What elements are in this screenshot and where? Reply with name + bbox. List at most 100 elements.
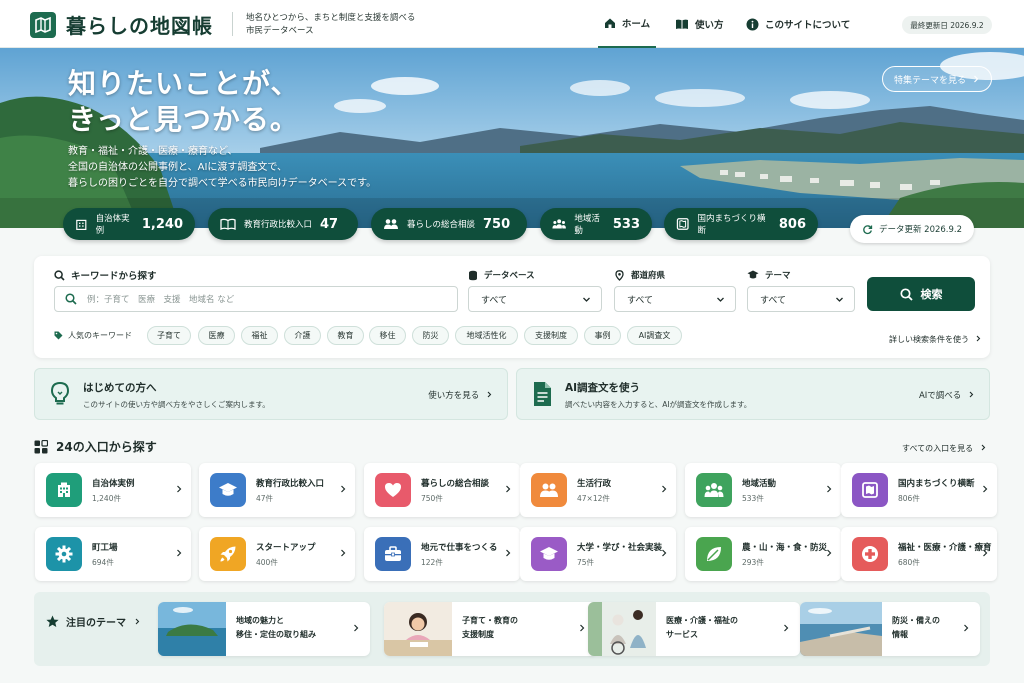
book-icon (676, 19, 688, 29)
entry-card[interactable]: 教育行政比較入口 47件 (199, 463, 355, 517)
entry-card[interactable]: 国内まちづくり横断 806件 (841, 463, 997, 517)
star-icon (46, 615, 59, 627)
nav-how-to-use[interactable]: 使い方 (675, 0, 724, 48)
chevron-down-icon (836, 297, 843, 302)
chevron-right-icon (784, 624, 789, 632)
briefcase-icon (375, 537, 411, 571)
banner-link[interactable]: AIで調べる (919, 389, 975, 401)
special-theme-button[interactable]: 特集テーマを見る (882, 66, 992, 92)
people-icon (384, 219, 398, 229)
data-update-label: データ更新 2026.9.2 (878, 225, 963, 235)
entries-section-title: 24の入口から探す (34, 438, 157, 455)
hero-sub-line1: 教育・福祉・介護・医療・療育など、 (68, 146, 238, 157)
featured-card-childcare[interactable]: 子育て・教育の 支援制度 (384, 602, 596, 656)
entry-card-title: 農・山・海・食・防災 (742, 543, 828, 553)
featured-line1: 地域の魅力と (236, 616, 284, 625)
chevron-right-icon (660, 485, 668, 496)
hero-banner: 知りたいことが、 きっと見つかる。 教育・福祉・介護・医療・療育など、 全国の自… (0, 48, 1024, 228)
keyword-chip[interactable]: 福祉 (241, 326, 278, 345)
nav-how-to-use-label: 使い方 (695, 20, 724, 31)
keyword-chip[interactable]: 介護 (284, 326, 321, 345)
keyword-chip[interactable]: 移住 (369, 326, 406, 345)
entry-card[interactable]: 大学・学び・社会実装 75件 (520, 527, 676, 581)
keyword-chip[interactable]: 事例 (584, 326, 621, 345)
stat-pill-municipal-cases[interactable]: 自治体実例 1,240 (63, 208, 195, 240)
all-entries-link[interactable]: すべての入口を見る (902, 443, 987, 454)
stat-pill-consultation[interactable]: 暮らしの総合相談 750 (371, 208, 527, 240)
database-label-text: データベース (484, 271, 535, 281)
home-icon (604, 18, 615, 28)
prefecture-label-text: 都道府県 (631, 271, 666, 281)
chevron-down-icon (583, 297, 590, 302)
lightbulb-icon (50, 381, 70, 405)
prefecture-select[interactable]: すべて (614, 286, 736, 312)
medical-cross-icon (852, 537, 888, 571)
entry-card-title: 教育行政比較入口 (256, 479, 325, 489)
site-logo[interactable]: 暮らしの地図帳 (30, 10, 213, 39)
hero-headline-line2: きっと見つかる。 (68, 103, 299, 136)
entry-card-count: 122件 (421, 558, 443, 567)
nav-home[interactable]: ホーム (598, 0, 656, 48)
banner-link[interactable]: 使い方を見る (428, 389, 493, 401)
entry-card[interactable]: 福祉・医療・介護・療育 680件 (841, 527, 997, 581)
graduation-cap-icon (531, 537, 567, 571)
entry-card[interactable]: 町工場 694件 (35, 527, 191, 581)
keyword-chip[interactable]: AI調査文 (627, 326, 682, 345)
keyword-chip[interactable]: 子育て (147, 326, 191, 345)
entry-card[interactable]: 地域活動 533件 (685, 463, 841, 517)
entry-card-title: 地域活動 (742, 479, 777, 489)
data-update-badge[interactable]: データ更新 2026.9.2 (850, 215, 974, 243)
stat-label: 地域活動 (574, 214, 600, 236)
advanced-search-link[interactable]: 詳しい検索条件を使う (889, 334, 982, 345)
featured-card-migration[interactable]: 地域の魅力と 移住・定住の取り組み (158, 602, 370, 656)
chevron-right-icon (969, 391, 974, 398)
featured-line2: サービス (666, 630, 698, 639)
hero-headline-line1: 知りたいことが、 (68, 67, 300, 100)
document-icon (534, 382, 551, 406)
entry-card[interactable]: 自治体実例 1,240件 (35, 463, 191, 517)
stat-pill-town-development[interactable]: 国内まちづくり横断 806 (664, 208, 818, 240)
keyword-chip[interactable]: 地域活性化 (455, 326, 518, 345)
keyword-chip[interactable]: 医療 (198, 326, 235, 345)
keyword-chip[interactable]: 支援制度 (524, 326, 578, 345)
featured-card-welfare[interactable]: 医療・介護・福祉の サービス (588, 602, 800, 656)
entry-card[interactable]: 地元で仕事をつくる 122件 (364, 527, 520, 581)
keyword-search-label: キーワードから探す (54, 268, 157, 282)
entry-card-count: 400件 (256, 558, 278, 567)
entry-card-title: スタートアップ (256, 543, 316, 553)
entry-card-count: 1,240件 (92, 494, 121, 503)
entry-card[interactable]: 生活行政 47×12件 (520, 463, 676, 517)
database-icon (469, 270, 477, 280)
entry-card-title: 福祉・医療・介護・療育 (898, 543, 992, 553)
featured-line2: 移住・定住の取り組み (236, 630, 316, 639)
keyword-chip[interactable]: 防災 (412, 326, 449, 345)
entry-card[interactable]: スタートアップ 400件 (199, 527, 355, 581)
nav-home-label: ホーム (621, 19, 651, 30)
stat-pill-education-admin[interactable]: 教育行政比較入口 47 (208, 208, 358, 240)
map-pin-icon (615, 269, 624, 281)
theme-select-value: すべて (760, 295, 787, 306)
stat-pill-community[interactable]: 地域活動 533 (540, 208, 652, 240)
entry-card[interactable]: 暮らしの総合相談 750件 (364, 463, 520, 517)
stat-label: 自治体実例 (95, 214, 130, 236)
first-time-banner[interactable]: はじめての方へ このサイトの使い方や調べ方をやさしくご案内します。 使い方を見る (34, 368, 508, 420)
ai-research-banner[interactable]: AI調査文を使う 調べたい内容を入力すると、AIが調査文を作成します。 AIで調… (516, 368, 990, 420)
chevron-right-icon (504, 485, 512, 496)
advanced-search-label: 詳しい検索条件を使う (889, 335, 969, 344)
graduation-cap-icon (747, 270, 759, 279)
featured-themes-label[interactable]: 注目のテーマ (46, 614, 148, 629)
entry-card-count: 750件 (421, 494, 443, 503)
theme-select[interactable]: すべて (747, 286, 855, 312)
featured-line1: 子育て・教育の (462, 616, 518, 625)
keyword-search-input[interactable]: 例：子育て 医療 支援 地域名 など (54, 286, 458, 312)
breakwater-coast-photo (800, 602, 882, 656)
featured-card-disaster[interactable]: 防災・備えの 情報 (800, 602, 980, 656)
entry-card-count: 680件 (898, 558, 920, 567)
entry-card[interactable]: 農・山・海・食・防災 293件 (685, 527, 841, 581)
database-select[interactable]: すべて (468, 286, 602, 312)
nav-about[interactable]: このサイトについて (746, 0, 850, 48)
featured-line1: 医療・介護・福祉の (666, 616, 738, 625)
search-button[interactable]: 検索 (867, 277, 975, 311)
banner-link-label: AIで調べる (918, 391, 962, 401)
keyword-chip[interactable]: 教育 (327, 326, 364, 345)
